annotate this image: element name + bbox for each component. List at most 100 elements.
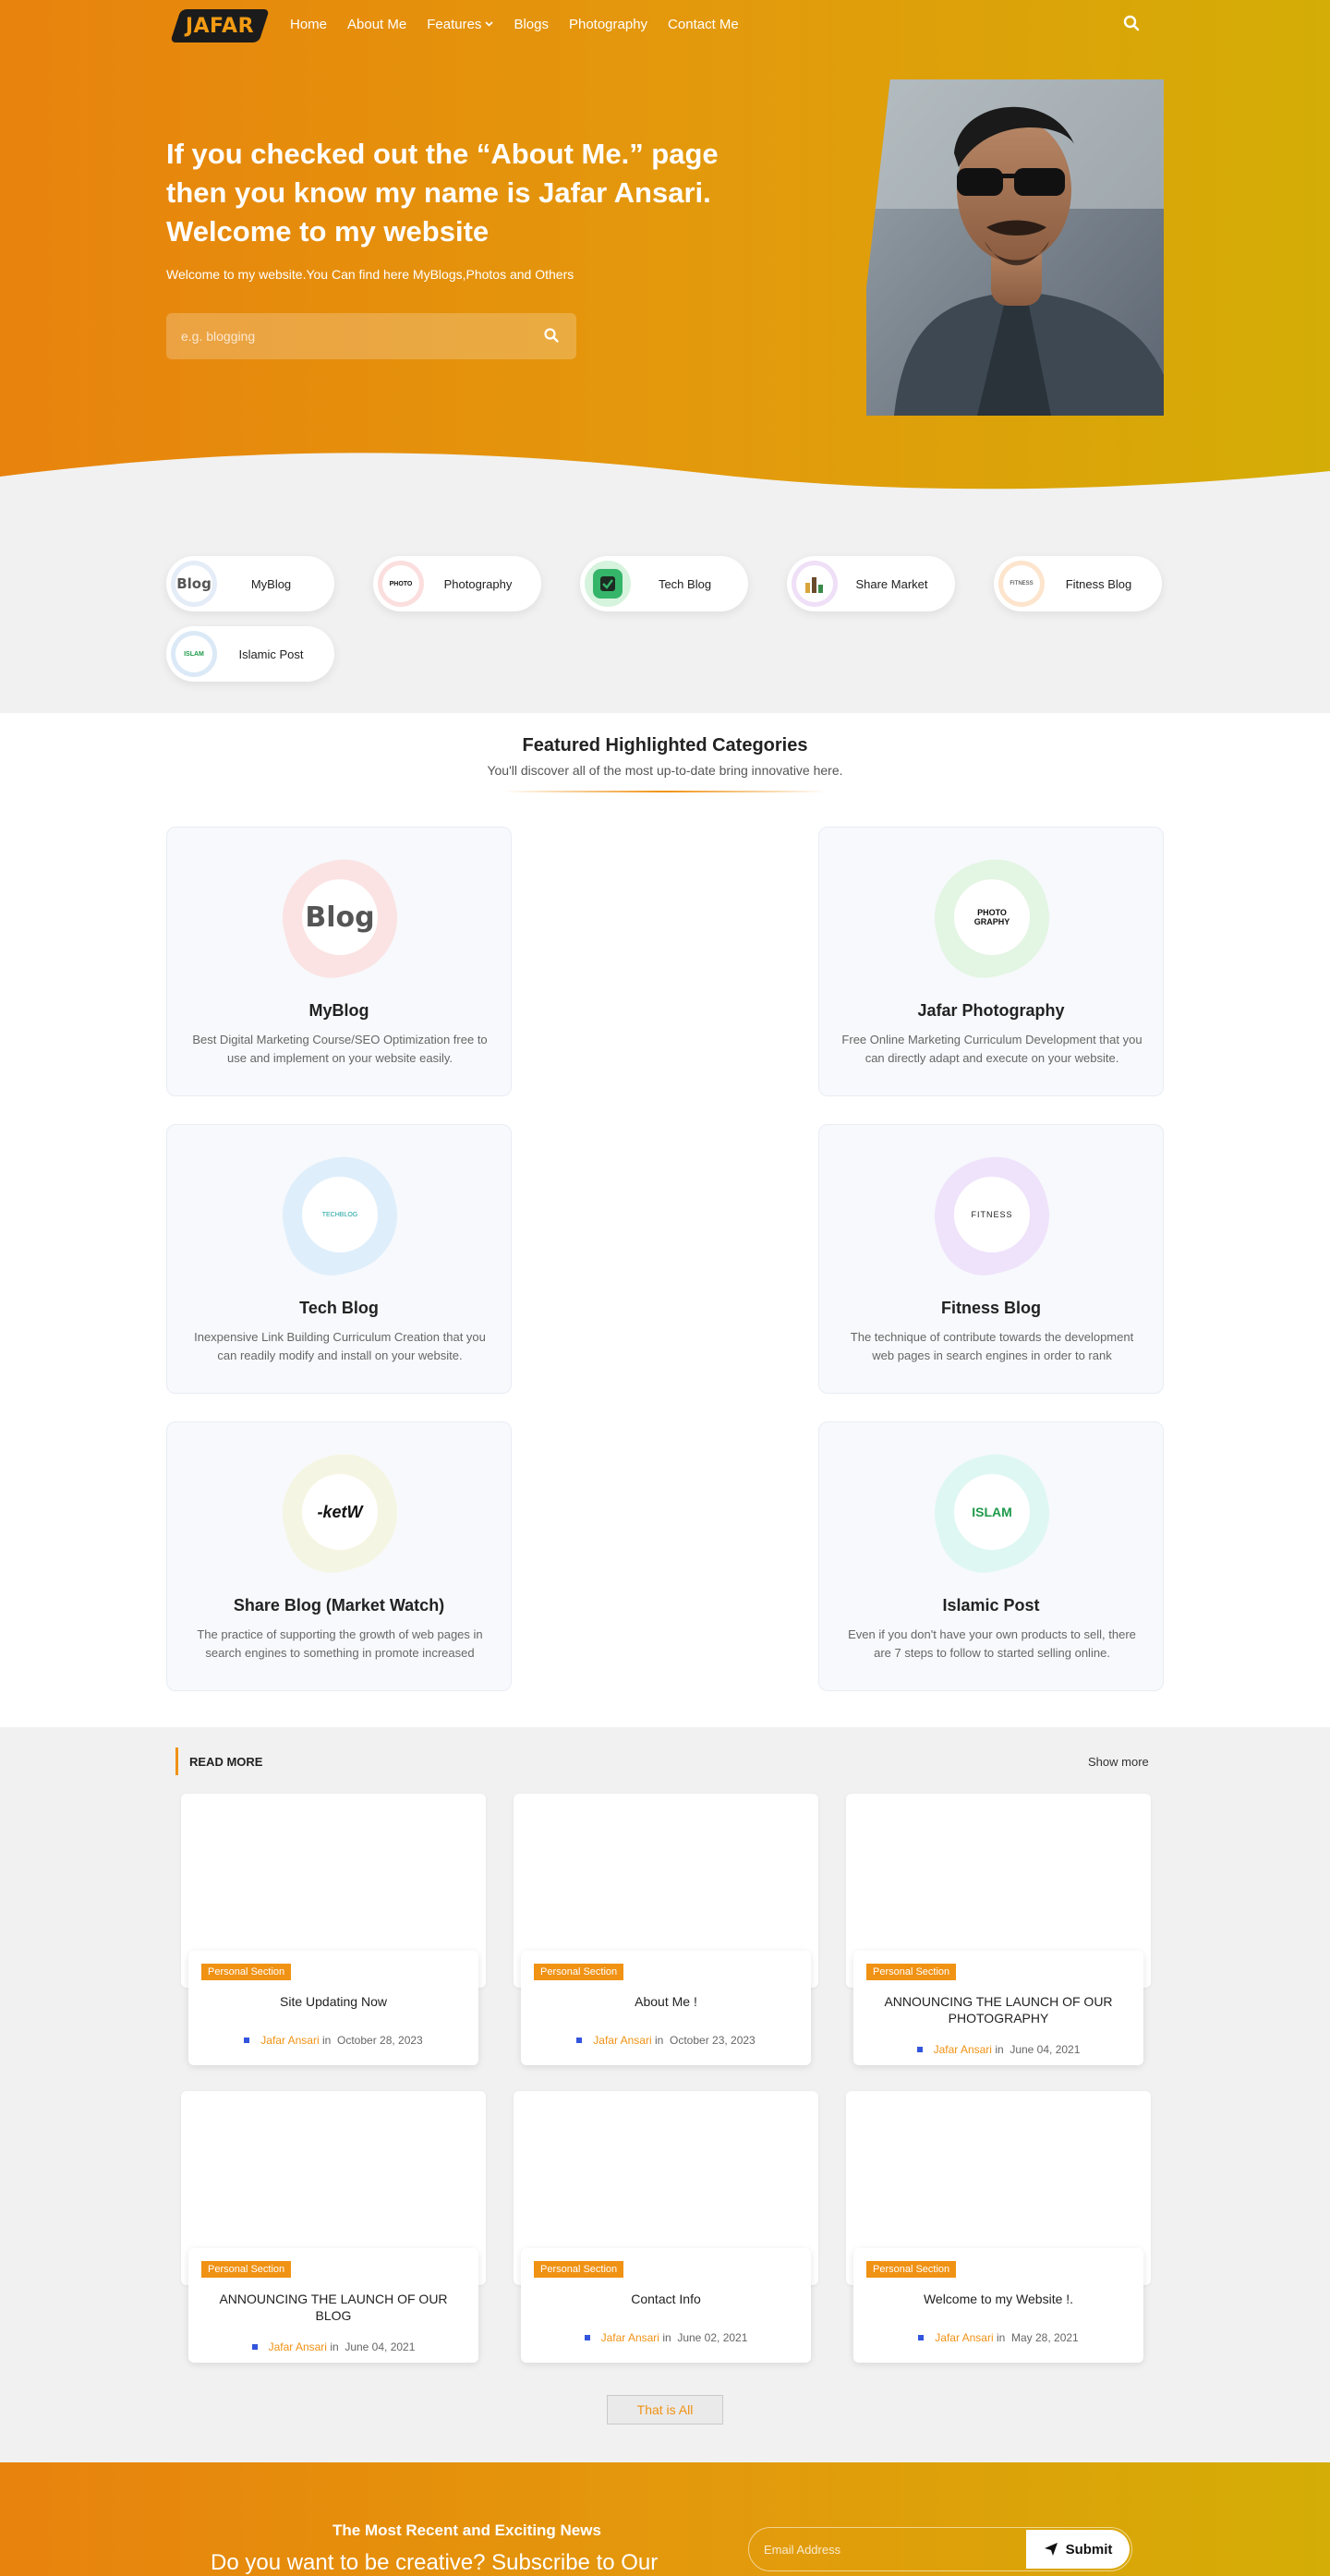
chip-fitness-blog[interactable]: FITNESS Fitness Blog bbox=[994, 556, 1162, 611]
blog-icon: Blog bbox=[171, 561, 217, 607]
post-meta: Jafar Ansari in October 23, 2023 bbox=[521, 2034, 811, 2047]
card-description: Inexpensive Link Building Curriculum Cre… bbox=[194, 1330, 486, 1362]
show-more-link[interactable]: Show more bbox=[1088, 1755, 1149, 1769]
post-author[interactable]: Jafar Ansari bbox=[601, 2331, 659, 2344]
nav-features[interactable]: Features bbox=[427, 17, 494, 32]
post-meta: Jafar Ansari in June 04, 2021 bbox=[188, 2340, 478, 2353]
search-icon[interactable] bbox=[543, 327, 562, 345]
post-date: May 28, 2021 bbox=[1011, 2331, 1079, 2344]
post-tag[interactable]: Personal Section bbox=[866, 1964, 957, 1980]
camera-icon: PHOTO bbox=[378, 561, 424, 607]
author-icon bbox=[251, 2344, 258, 2350]
nav-about-me[interactable]: About Me bbox=[347, 17, 406, 32]
mosque-icon: ISLAM bbox=[171, 631, 217, 677]
chip-label: MyBlog bbox=[250, 576, 292, 591]
post-meta: Jafar Ansari in June 04, 2021 bbox=[853, 2043, 1143, 2056]
blog-icon-text: Blog bbox=[176, 575, 212, 592]
end-of-list-button[interactable]: That is All bbox=[607, 2395, 723, 2425]
chip-photography[interactable]: PHOTO Photography bbox=[373, 556, 541, 611]
site-logo[interactable]: JAFAR bbox=[170, 9, 270, 42]
camera-icon: PHOTO GRAPHY bbox=[954, 879, 1030, 955]
post-title[interactable]: About Me ! bbox=[536, 1993, 796, 2010]
chevron-down-icon bbox=[485, 19, 494, 30]
post-card[interactable]: Personal Section ANNOUNCING THE LAUNCH O… bbox=[846, 1794, 1151, 2071]
card-title: Jafar Photography bbox=[917, 1001, 1065, 1020]
featured-divider bbox=[503, 791, 827, 792]
post-tag[interactable]: Personal Section bbox=[201, 2261, 292, 2278]
post-card[interactable]: Personal Section About Me ! Jafar Ansari… bbox=[514, 1794, 818, 2071]
post-meta: Jafar Ansari in October 28, 2023 bbox=[188, 2034, 478, 2047]
author-icon bbox=[916, 2047, 923, 2052]
nav-photography[interactable]: Photography bbox=[569, 17, 647, 32]
post-info: Personal Section Site Updating Now Jafar… bbox=[188, 1951, 478, 2065]
post-tag[interactable]: Personal Section bbox=[866, 2261, 957, 2278]
market-watch-icon: -ketW bbox=[302, 1474, 378, 1550]
nav-home[interactable]: Home bbox=[290, 17, 327, 32]
profile-photo bbox=[866, 79, 1164, 416]
post-title[interactable]: ANNOUNCING THE LAUNCH OF OUR BLOG bbox=[203, 2291, 464, 2324]
read-more-heading: READ MORE bbox=[189, 1755, 263, 1769]
chip-myblog[interactable]: Blog MyBlog bbox=[166, 556, 334, 611]
logo-text: JAFAR bbox=[185, 14, 255, 38]
post-title[interactable]: Contact Info bbox=[536, 2291, 796, 2307]
islam-icon-text: ISLAM bbox=[972, 1505, 1012, 1519]
post-meta: Jafar Ansari in May 28, 2021 bbox=[853, 2331, 1143, 2344]
post-author[interactable]: Jafar Ansari bbox=[934, 2043, 992, 2056]
post-title[interactable]: ANNOUNCING THE LAUNCH OF OUR PHOTOGRAPHY bbox=[868, 1993, 1129, 2026]
category-card-myblog[interactable]: Blog MyBlog Best Digital Marketing Cours… bbox=[166, 827, 512, 1096]
hero-search-box bbox=[166, 313, 576, 359]
search-icon[interactable] bbox=[1123, 15, 1142, 35]
post-title[interactable]: Site Updating Now bbox=[203, 1993, 464, 2010]
post-info: Personal Section ANNOUNCING THE LAUNCH O… bbox=[188, 2248, 478, 2363]
post-date: October 23, 2023 bbox=[670, 2034, 756, 2047]
category-card-tech-blog[interactable]: TECHBLOG Tech Blog Inexpensive Link Buil… bbox=[166, 1124, 512, 1394]
fitness-icon-text: FITNESS bbox=[971, 1210, 1013, 1219]
post-author[interactable]: Jafar Ansari bbox=[593, 2034, 651, 2047]
newsletter-heading: Do you want to be creative? Subscribe to… bbox=[211, 2550, 659, 2575]
post-card[interactable]: Personal Section Contact Info Jafar Ansa… bbox=[514, 2091, 818, 2368]
category-card-photography[interactable]: PHOTO GRAPHY Jafar Photography Free Onli… bbox=[818, 827, 1164, 1096]
post-tag[interactable]: Personal Section bbox=[201, 1964, 292, 1980]
category-card-fitness-blog[interactable]: FITNESS Fitness Blog The technique of co… bbox=[818, 1124, 1164, 1394]
post-meta-in: in bbox=[654, 2034, 664, 2047]
author-icon bbox=[918, 2335, 925, 2340]
blog-icon-text: Blog bbox=[305, 901, 375, 934]
post-date: June 02, 2021 bbox=[677, 2331, 748, 2344]
nav-contact-me[interactable]: Contact Me bbox=[668, 17, 739, 32]
post-title[interactable]: Welcome to my Website !. bbox=[868, 2291, 1129, 2307]
post-card[interactable]: Personal Section ANNOUNCING THE LAUNCH O… bbox=[181, 2091, 486, 2368]
card-title: Share Blog (Market Watch) bbox=[233, 1596, 445, 1615]
mosque-icon: ISLAM bbox=[954, 1474, 1030, 1550]
card-title: MyBlog bbox=[308, 1001, 369, 1020]
section-accent-bar bbox=[175, 1748, 178, 1775]
hero-search-input[interactable] bbox=[166, 313, 526, 359]
category-card-share-blog[interactable]: -ketW Share Blog (Market Watch) The prac… bbox=[166, 1421, 512, 1691]
newsletter-section bbox=[0, 2462, 1330, 2576]
market-icon-text: -ketW bbox=[317, 1502, 363, 1521]
chip-tech-blog[interactable]: Tech Blog bbox=[580, 556, 748, 611]
post-author[interactable]: Jafar Ansari bbox=[260, 2034, 319, 2047]
category-card-islamic-post[interactable]: ISLAM Islamic Post Even if you don't hav… bbox=[818, 1421, 1164, 1691]
chip-share-market[interactable]: Share Market bbox=[787, 556, 955, 611]
card-description: Even if you don't have your own products… bbox=[848, 1627, 1136, 1660]
submit-button[interactable]: Submit bbox=[1026, 2530, 1130, 2569]
post-info: Personal Section Welcome to my Website !… bbox=[853, 2248, 1143, 2363]
post-meta: Jafar Ansari in June 02, 2021 bbox=[521, 2331, 811, 2344]
blog-icon: Blog bbox=[302, 879, 378, 955]
check-icon bbox=[585, 561, 631, 607]
post-author[interactable]: Jafar Ansari bbox=[269, 2340, 327, 2353]
post-info: Personal Section About Me ! Jafar Ansari… bbox=[521, 1951, 811, 2065]
post-author[interactable]: Jafar Ansari bbox=[935, 2331, 993, 2344]
send-icon bbox=[1044, 2543, 1058, 2556]
chip-label: Share Market bbox=[855, 576, 928, 591]
post-tag[interactable]: Personal Section bbox=[534, 2261, 624, 2278]
main-menu: Home About Me Features Blogs Photography… bbox=[290, 17, 759, 32]
nav-blogs[interactable]: Blogs bbox=[514, 17, 549, 32]
post-date: June 04, 2021 bbox=[1010, 2043, 1081, 2056]
post-card[interactable]: Personal Section Site Updating Now Jafar… bbox=[181, 1794, 486, 2071]
post-tag[interactable]: Personal Section bbox=[534, 1964, 624, 1980]
card-title: Islamic Post bbox=[942, 1596, 1040, 1615]
post-card[interactable]: Personal Section Welcome to my Website !… bbox=[846, 2091, 1151, 2368]
email-field[interactable] bbox=[749, 2528, 1017, 2570]
chip-islamic-post[interactable]: ISLAM Islamic Post bbox=[166, 626, 334, 682]
